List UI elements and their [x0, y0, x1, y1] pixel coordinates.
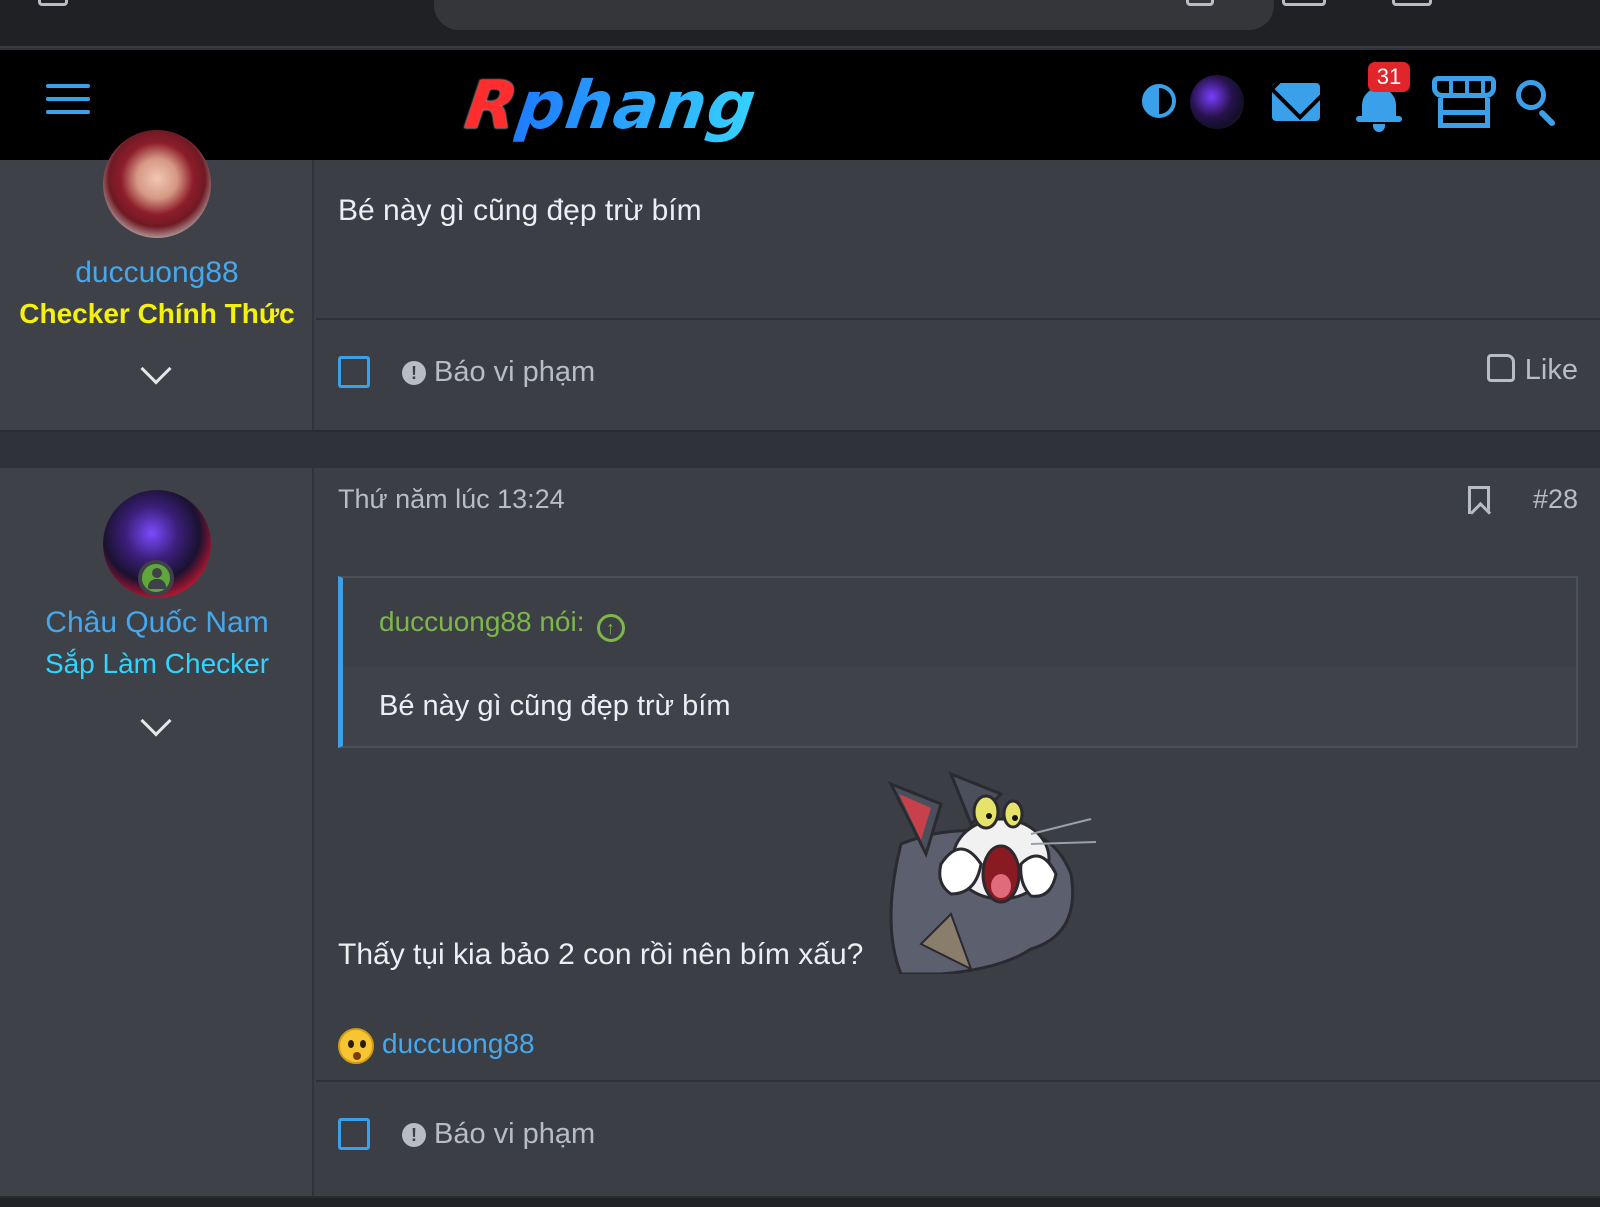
select-checkbox[interactable] — [338, 356, 370, 388]
thumbs-up-icon — [1486, 354, 1515, 382]
quote-block: duccuong88 nói: ↑ Bé này gì cũng đẹp trừ … — [338, 576, 1578, 748]
avatar[interactable] — [103, 130, 211, 238]
user-avatar[interactable] — [1190, 75, 1244, 129]
post-content: Thứ năm lúc 13:24 #28 duccuong88 nói: ↑ B… — [316, 468, 1600, 1196]
chevron-down-icon[interactable] — [140, 353, 172, 385]
browser-toolbar — [0, 0, 1600, 48]
message-text: Thấy tụi kia bảo 2 con rồi nên bím xấu? — [338, 938, 864, 971]
post-author-sidebar: Châu Quốc Nam Sắp Làm Checker — [0, 468, 314, 1196]
username[interactable]: duccuong88 — [0, 256, 314, 290]
divider — [316, 1080, 1600, 1082]
address-bar[interactable] — [434, 0, 1274, 30]
quote-author-link[interactable]: duccuong88 nói: ↑ — [379, 606, 625, 642]
select-checkbox[interactable] — [338, 1118, 370, 1150]
cat-sticker-image — [887, 771, 1097, 974]
username[interactable]: Châu Quốc Nam — [0, 606, 314, 640]
post-date[interactable]: Thứ năm lúc 13:24 — [338, 484, 565, 515]
hamburger-menu-icon[interactable] — [46, 84, 90, 122]
page-bottom-edge — [0, 1198, 1600, 1207]
arrow-up-circle-icon[interactable]: ↑ — [596, 614, 625, 642]
quote-text: Bé này gì cũng đẹp trừ bím — [379, 690, 731, 722]
divider — [316, 318, 1600, 320]
tab-icon[interactable] — [38, 0, 68, 6]
post-number[interactable]: #28 — [1533, 484, 1578, 515]
bookmark-icon[interactable] — [1468, 486, 1490, 514]
report-button[interactable]: ! Báo vi phạm — [402, 356, 595, 389]
notification-badge[interactable]: 31 — [1368, 62, 1410, 92]
post: Châu Quốc Nam Sắp Làm Checker Thứ năm lú… — [0, 468, 1600, 1198]
like-button[interactable]: Like — [1486, 354, 1578, 387]
exclamation-icon: ! — [402, 361, 426, 385]
post-author-sidebar: duccuong88 Checker Chính Thức — [0, 130, 314, 430]
report-button[interactable]: ! Báo vi phạm — [402, 1118, 595, 1151]
message-text: Bé này gì cũng đẹp trừ bím — [338, 194, 702, 227]
exclamation-icon: ! — [402, 1123, 426, 1147]
site-header: Rphang 31 — [0, 50, 1600, 160]
window-icon[interactable] — [1392, 0, 1432, 6]
reaction-user-link[interactable]: duccuong88 — [382, 1028, 535, 1060]
theme-toggle-icon[interactable] — [1142, 84, 1176, 118]
post-content: Bé này gì cũng đẹp trừ bím ! Báo vi phạm … — [316, 160, 1600, 430]
wow-reaction-icon — [338, 1028, 374, 1064]
site-logo[interactable]: Rphang — [460, 66, 771, 146]
mail-icon[interactable] — [1272, 83, 1320, 121]
tabs-icon[interactable] — [1282, 0, 1326, 6]
menu-lines-icon[interactable] — [1186, 0, 1214, 6]
user-title: Sắp Làm Checker — [44, 648, 270, 679]
online-status-icon — [138, 560, 174, 596]
store-icon[interactable] — [1432, 76, 1496, 130]
search-icon[interactable] — [1516, 80, 1560, 128]
user-title: Checker Chính Thức — [19, 298, 295, 329]
post: duccuong88 Checker Chính Thức Bé này gì … — [0, 130, 1600, 432]
chevron-down-icon[interactable] — [140, 705, 172, 737]
